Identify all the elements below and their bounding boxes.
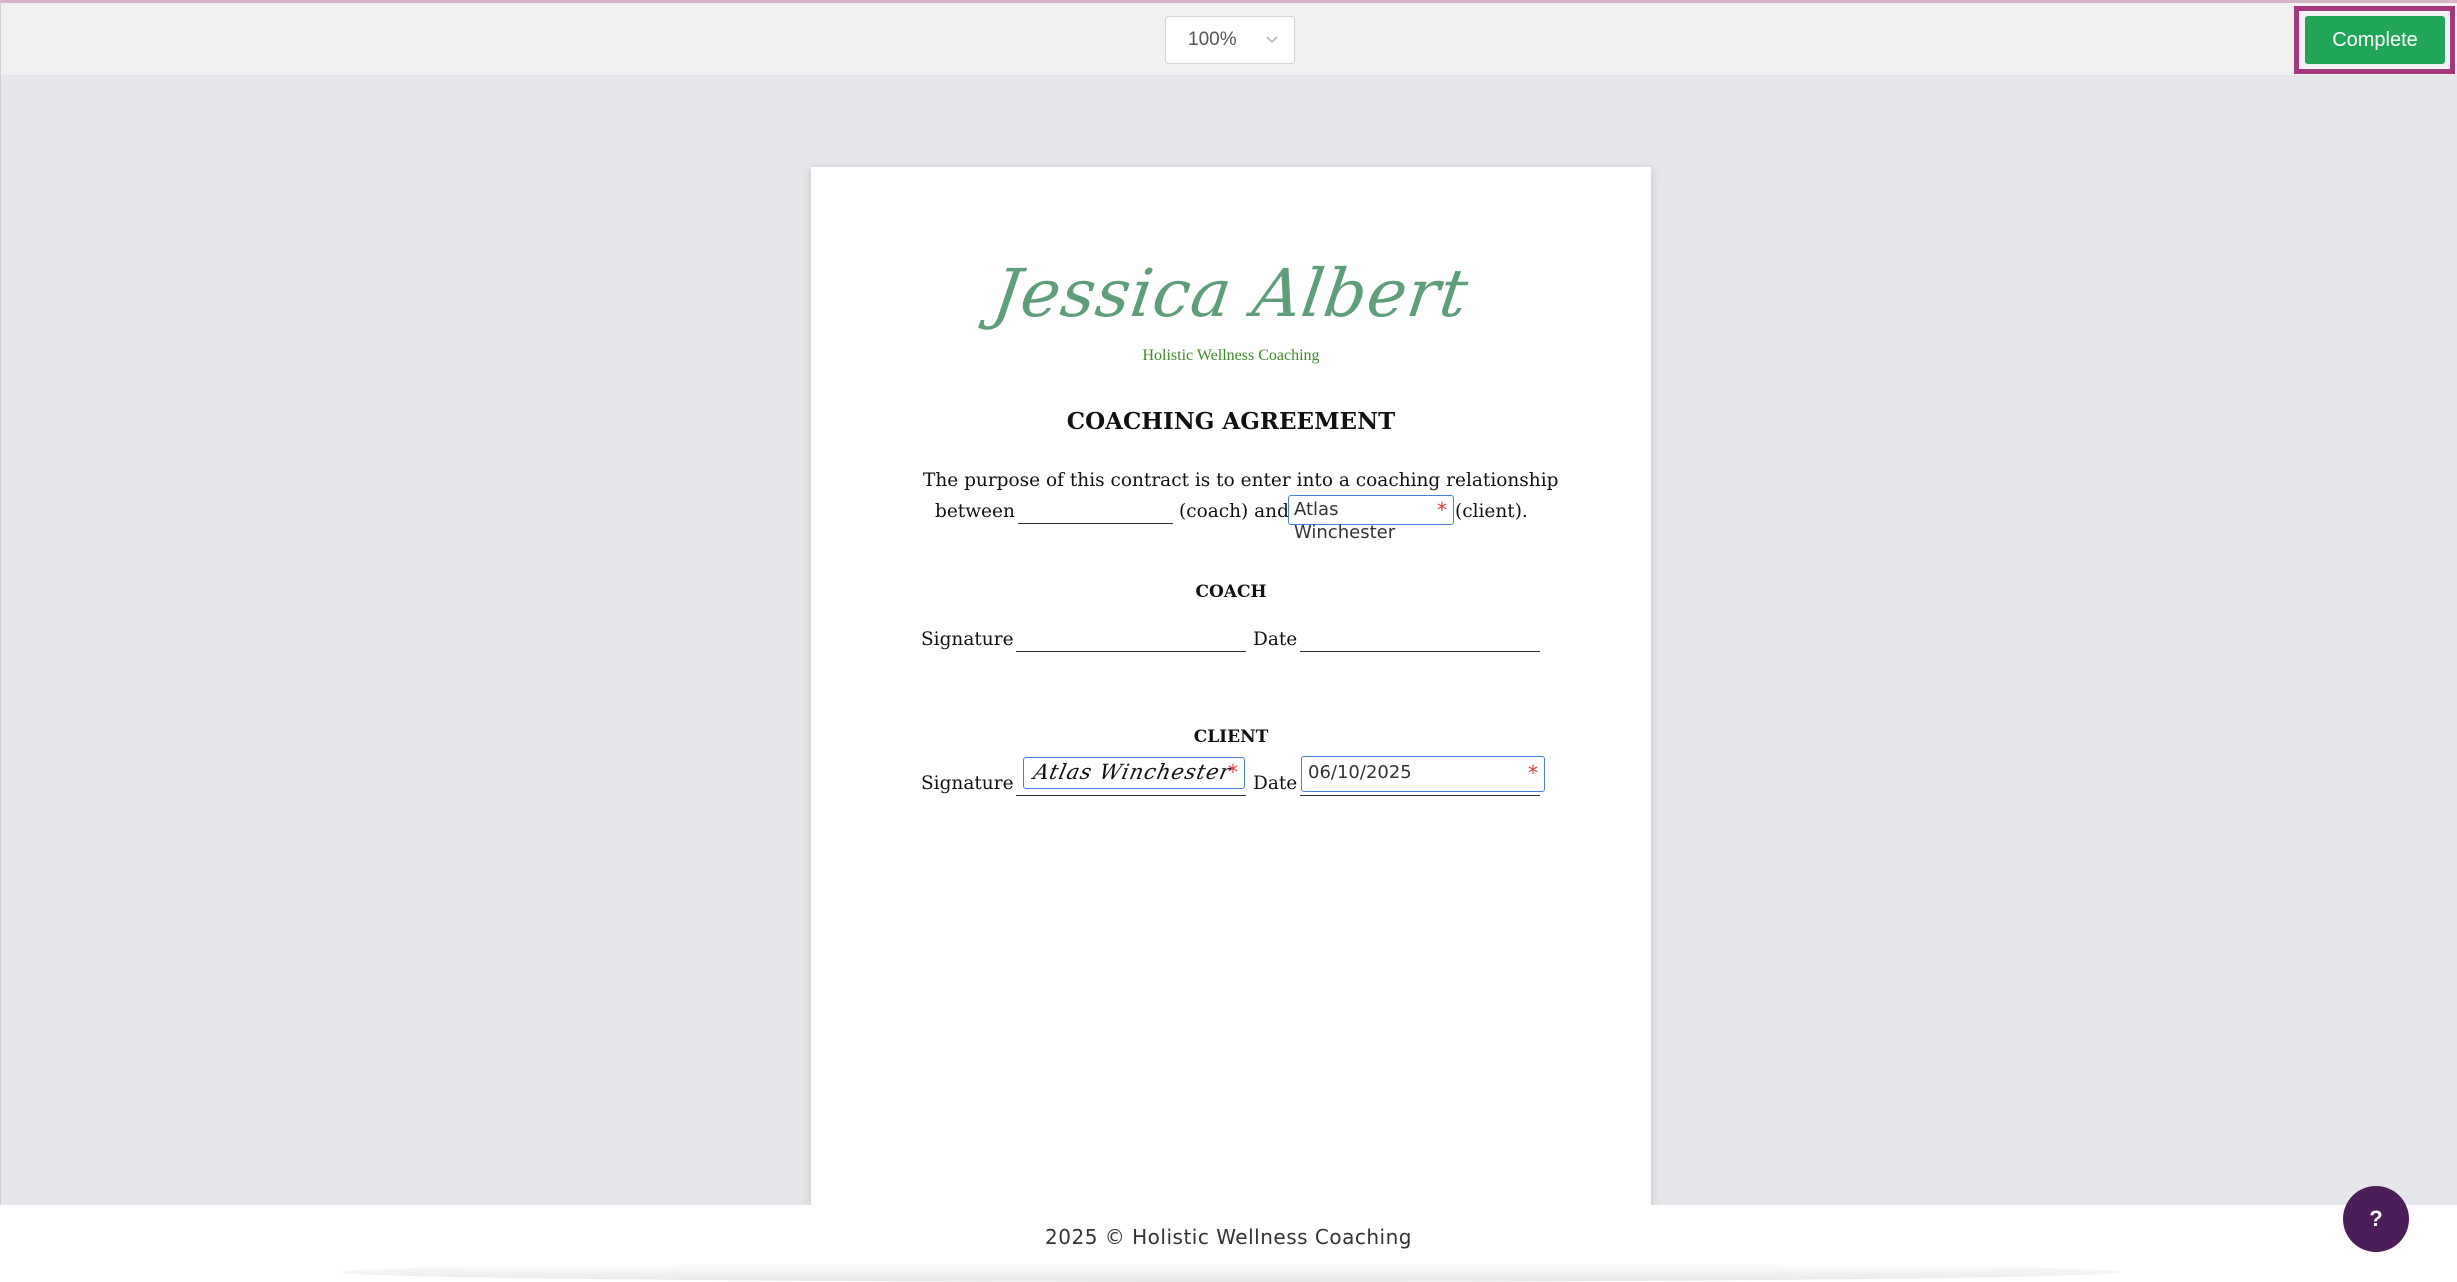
footer-copyright: 2025 © Holistic Wellness Coaching <box>1045 1225 1412 1249</box>
logo-signature-script: Jessica Albert <box>988 255 1474 332</box>
coach-name-blank <box>1018 523 1173 524</box>
required-marker: * <box>1228 760 1238 784</box>
purpose-between-label: between <box>935 501 1015 522</box>
coach-signature-blank <box>1016 651 1246 652</box>
client-name-field[interactable]: Atlas * <box>1288 495 1454 525</box>
client-signature-value: Atlas Winchester <box>1031 760 1234 784</box>
document-page: Jessica Albert Holistic Wellness Coachin… <box>811 167 1651 1252</box>
chevron-down-icon <box>1266 36 1278 44</box>
complete-button[interactable]: Complete <box>2305 16 2445 64</box>
zoom-value: 100% <box>1188 29 1237 50</box>
client-section-heading: CLIENT <box>1193 727 1269 747</box>
required-marker: * <box>1437 498 1447 522</box>
footer-shadow <box>340 1262 2120 1282</box>
zoom-select[interactable]: 100% <box>1165 16 1295 64</box>
client-signature-label: Signature <box>921 773 1014 794</box>
logo-tagline: Holistic Wellness Coaching <box>1142 347 1320 364</box>
footer: 2025 © Holistic Wellness Coaching <box>0 1205 2457 1282</box>
client-date-value: 06/10/2025 <box>1308 762 1412 783</box>
coach-section-heading: COACH <box>1195 582 1267 602</box>
client-name-value-line1: Atlas <box>1294 499 1339 520</box>
client-signature-field[interactable]: Atlas Winchester * <box>1023 757 1245 789</box>
coach-date-blank <box>1300 651 1540 652</box>
document-viewer: Jessica Albert Holistic Wellness Coachin… <box>0 75 2457 1252</box>
client-signature-blank <box>1016 795 1246 796</box>
required-marker: * <box>1528 761 1538 785</box>
client-date-field[interactable]: 06/10/2025 * <box>1301 756 1545 792</box>
purpose-coach-label: (coach) and <box>1179 501 1289 522</box>
help-button[interactable]: ? <box>2343 1186 2409 1252</box>
client-name-value-line2: Winchester <box>1294 522 1396 543</box>
purpose-line-1: The purpose of this contract is to enter… <box>923 470 1559 491</box>
client-date-label: Date <box>1253 773 1298 794</box>
coach-signature-label: Signature <box>921 629 1014 650</box>
app-frame: 100% Complete Jessica Albert Holistic We… <box>0 0 2457 1282</box>
client-date-blank <box>1300 795 1540 796</box>
coach-date-label: Date <box>1253 629 1298 650</box>
document-title: COACHING AGREEMENT <box>1066 408 1396 435</box>
purpose-client-label: (client). <box>1455 501 1528 522</box>
toolbar: 100% <box>0 3 2457 75</box>
